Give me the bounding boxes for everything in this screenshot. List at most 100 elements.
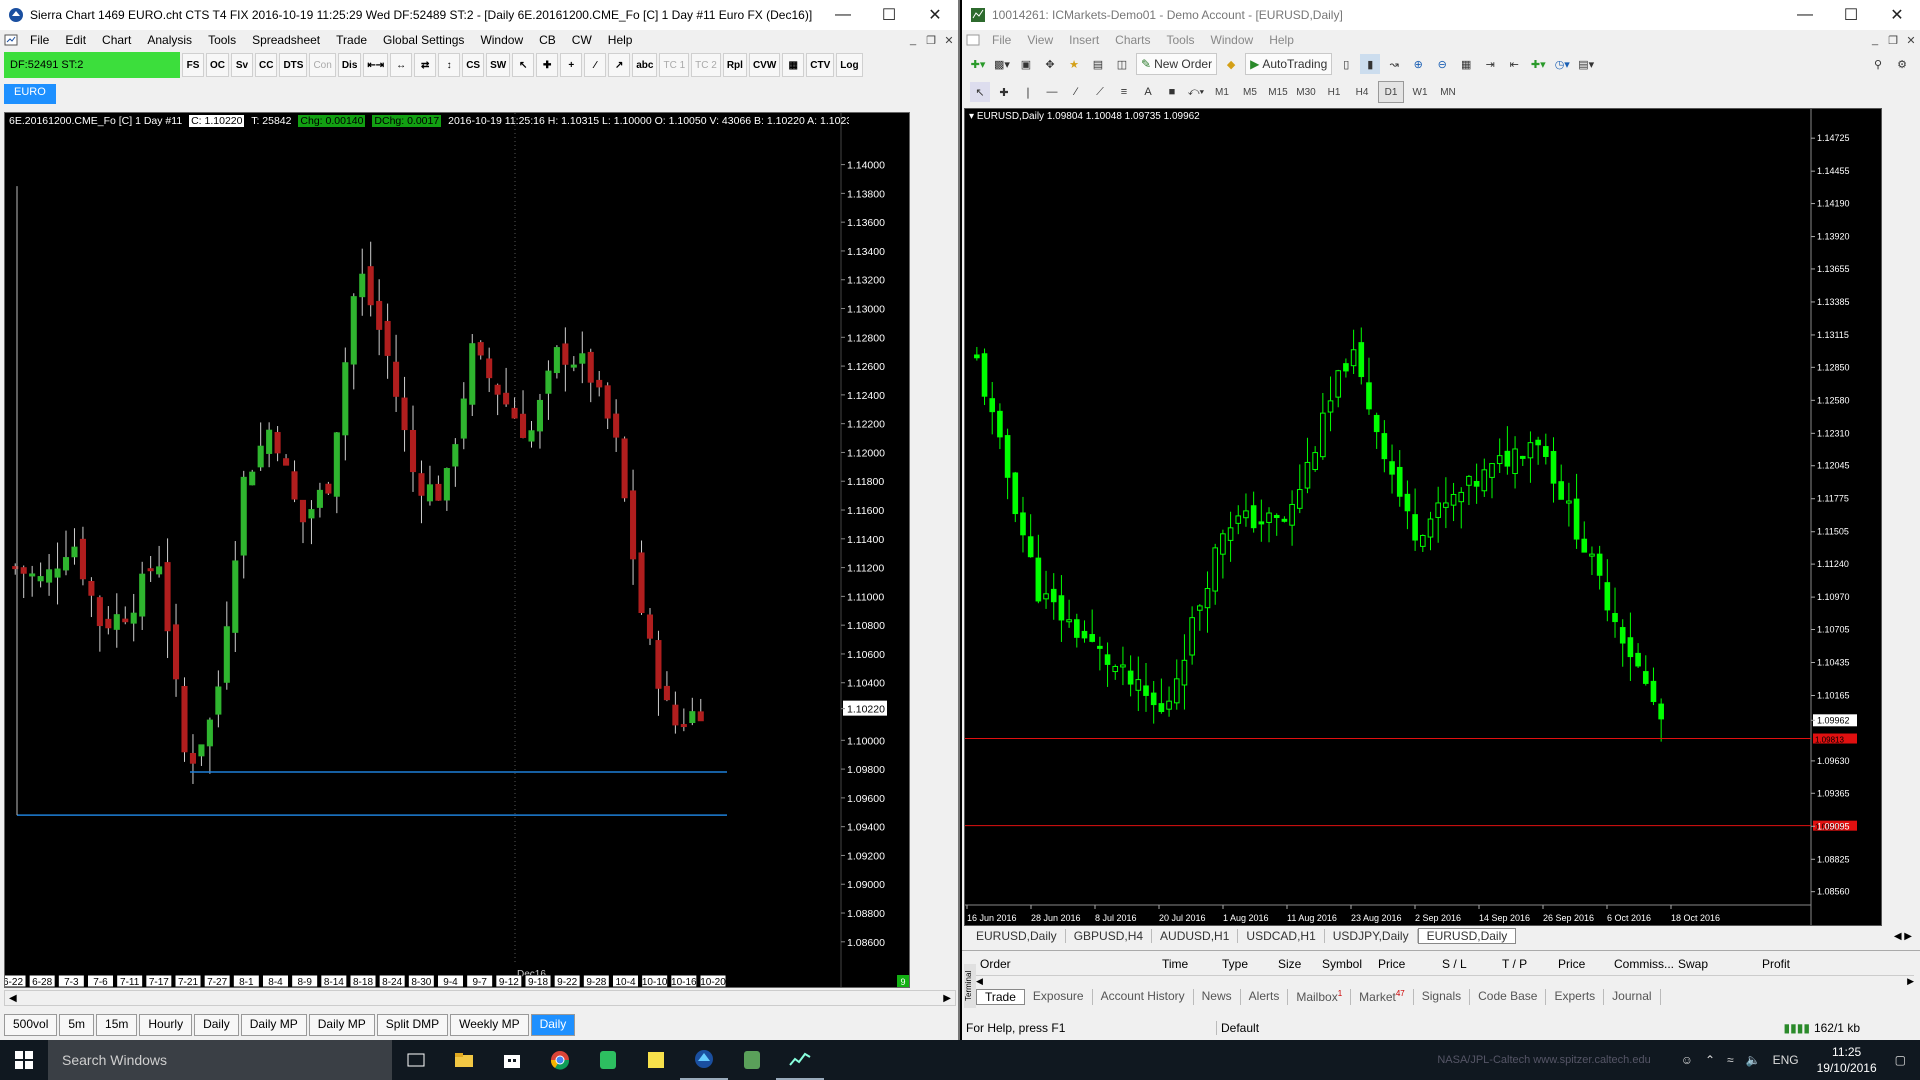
chart-shift-icon[interactable]: ⇤ <box>1504 54 1524 74</box>
mt4-menu-tools[interactable]: Tools <box>1159 33 1203 47</box>
task-view-icon[interactable] <box>392 1040 440 1080</box>
sticky-notes-icon[interactable] <box>632 1040 680 1080</box>
data-feed-status[interactable]: DF:52491 ST:2 <box>4 52 180 78</box>
toolbar-cvw-button[interactable]: CVW <box>748 53 781 77</box>
period-m15[interactable]: M15 <box>1266 82 1290 102</box>
mt4-menu-file[interactable]: File <box>984 33 1019 47</box>
period-m1[interactable]: M1 <box>1210 82 1234 102</box>
terminal-col-profit[interactable]: Profit <box>1762 957 1790 971</box>
timeframe-tab-5[interactable]: Daily MP <box>240 1014 307 1036</box>
file-explorer-icon[interactable] <box>440 1040 488 1080</box>
vertical-line-icon[interactable]: ❘ <box>1018 82 1038 102</box>
chart-tab-2[interactable]: AUDUSD,H1 <box>1152 929 1239 943</box>
chart-tabs-scroll-icon[interactable]: ◀ ▶ <box>1894 931 1912 942</box>
mdi-close-button[interactable]: ✕ <box>940 34 958 47</box>
sierra-menu-trade[interactable]: Trade <box>328 33 375 47</box>
mt4-menu-window[interactable]: Window <box>1203 33 1262 47</box>
line-tool-icon[interactable]: ∕ <box>584 53 607 77</box>
toolbar-log-button[interactable]: Log <box>836 53 863 77</box>
data-window-icon[interactable]: ✥ <box>1040 54 1060 74</box>
toolbar-cc-button[interactable]: CC <box>255 53 278 77</box>
expand-tool-icon[interactable]: ↔ <box>390 53 413 77</box>
sierra-menu-tools[interactable]: Tools <box>200 33 244 47</box>
period-d1[interactable]: D1 <box>1378 81 1404 103</box>
terminal-tab-experts[interactable]: Experts <box>1546 989 1605 1005</box>
mt4-taskbar-icon[interactable] <box>776 1040 824 1080</box>
timeframe-tab-8[interactable]: Weekly MP <box>450 1014 529 1036</box>
mt4-titlebar[interactable]: 10014261: ICMarkets-Demo01 - Demo Accoun… <box>962 0 1920 30</box>
terminal-scrollbar[interactable]: ◀ ▶ <box>976 975 1914 986</box>
trendline-icon[interactable]: ∕ <box>1066 82 1086 102</box>
toolbar-dis-button[interactable]: Dis <box>337 53 362 77</box>
close-button[interactable]: ✕ <box>912 0 958 30</box>
mdi-minimize-button[interactable]: _ <box>904 34 922 47</box>
toolbar-dts-button[interactable]: DTS <box>279 53 308 77</box>
mdi-minimize-button[interactable]: _ <box>1866 34 1884 47</box>
text-label-icon[interactable]: ■ <box>1162 82 1182 102</box>
sierra-menu-spreadsheet[interactable]: Spreadsheet <box>244 33 328 47</box>
scale-tool-icon[interactable]: ↕ <box>438 53 461 77</box>
sierra-menu-help[interactable]: Help <box>600 33 641 47</box>
chrome-icon[interactable] <box>536 1040 584 1080</box>
chart-tab-5[interactable]: EURUSD,Daily <box>1417 928 1517 944</box>
toolbar-abc-button[interactable]: abc <box>632 53 658 77</box>
timeframe-tab-1[interactable]: 5m <box>59 1014 95 1036</box>
terminal-tab-journal[interactable]: Journal <box>1604 989 1661 1005</box>
terminal-tab-market[interactable]: Market47 <box>1351 989 1414 1005</box>
terminal-tab-trade[interactable]: Trade <box>976 989 1025 1005</box>
auto-scroll-icon[interactable]: ⇥ <box>1480 54 1500 74</box>
periods-icon[interactable]: ◷▾ <box>1552 54 1572 74</box>
mt4-menu-view[interactable]: View <box>1019 33 1061 47</box>
mdi-restore-button[interactable]: ❐ <box>922 34 940 47</box>
sierra-menu-chart[interactable]: Chart <box>94 33 139 47</box>
taskbar-search[interactable]: Search Windows <box>48 1040 392 1080</box>
terminal-col-type[interactable]: Type <box>1222 957 1248 971</box>
sierra-menu-window[interactable]: Window <box>472 33 531 47</box>
volume-icon[interactable]: 🔈 <box>1746 1053 1761 1067</box>
maximize-button[interactable]: ☐ <box>866 0 912 30</box>
terminal-tab-exposure[interactable]: Exposure <box>1025 989 1093 1005</box>
timeframe-tab-3[interactable]: Hourly <box>139 1014 193 1036</box>
metaeditor-icon[interactable]: ◆ <box>1221 54 1241 74</box>
chart-tab-4[interactable]: USDJPY,Daily <box>1325 929 1418 943</box>
search-icon[interactable]: ⚲ <box>1868 54 1888 74</box>
sierra-chart-taskbar-icon[interactable] <box>680 1040 728 1080</box>
ray-tool-icon[interactable]: ↗ <box>608 53 631 77</box>
show-hidden-icons[interactable]: ⌃ <box>1705 1053 1715 1067</box>
period-m30[interactable]: M30 <box>1294 82 1318 102</box>
terminal-col-time[interactable]: Time <box>1162 957 1188 971</box>
terminal-col-price[interactable]: Price <box>1558 957 1585 971</box>
evernote-alt-icon[interactable] <box>728 1040 776 1080</box>
taskbar-clock[interactable]: 11:25 19/10/2016 <box>1817 1044 1877 1076</box>
timeframe-tab-6[interactable]: Daily MP <box>308 1014 375 1036</box>
terminal-col-order[interactable]: Order <box>980 957 1011 971</box>
new-order-button[interactable]: ✎ New Order <box>1136 53 1218 75</box>
line-chart-icon[interactable]: ↝ <box>1384 54 1404 74</box>
zoom-out-icon[interactable]: ⊖ <box>1432 54 1452 74</box>
terminal-col-commiss-[interactable]: Commiss... <box>1614 957 1674 971</box>
terminal-col-t-p[interactable]: T / P <box>1502 957 1527 971</box>
store-icon[interactable] <box>488 1040 536 1080</box>
fibonacci-icon[interactable]: ≡ <box>1114 82 1134 102</box>
mt4-menu-insert[interactable]: Insert <box>1061 33 1107 47</box>
autotrading-button[interactable]: ▶ AutoTrading <box>1245 53 1333 75</box>
new-chart-icon[interactable]: ✚▾ <box>968 54 988 74</box>
mt4-candlestick-chart[interactable]: 1.098131.091001.147251.144551.141901.139… <box>965 109 1881 925</box>
toolbar-ctv-button[interactable]: CTV <box>806 53 835 77</box>
timeframe-tab-2[interactable]: 15m <box>96 1014 138 1036</box>
action-center-icon[interactable]: ▢ <box>1895 1053 1906 1067</box>
sierra-menu-file[interactable]: File <box>22 33 57 47</box>
cursor-icon[interactable]: ↖ <box>970 82 990 102</box>
sierra-menu-cw[interactable]: CW <box>564 33 600 47</box>
zoom-in-icon[interactable]: ⊕ <box>1408 54 1428 74</box>
period-m5[interactable]: M5 <box>1238 82 1262 102</box>
compress-tool-icon[interactable]: ⇄ <box>414 53 437 77</box>
settings-icon[interactable]: ⚙ <box>1892 54 1912 74</box>
strategy-tester-icon[interactable]: ◫ <box>1112 54 1132 74</box>
evernote-icon[interactable] <box>584 1040 632 1080</box>
scroll-left-icon[interactable]: ◀ <box>9 993 17 1004</box>
terminal-tab-news[interactable]: News <box>1194 989 1241 1005</box>
crosshair-icon[interactable]: ✚ <box>994 82 1014 102</box>
terminal-col-s-l[interactable]: S / L <box>1442 957 1467 971</box>
mdi-close-button[interactable]: ✕ <box>1902 34 1920 47</box>
